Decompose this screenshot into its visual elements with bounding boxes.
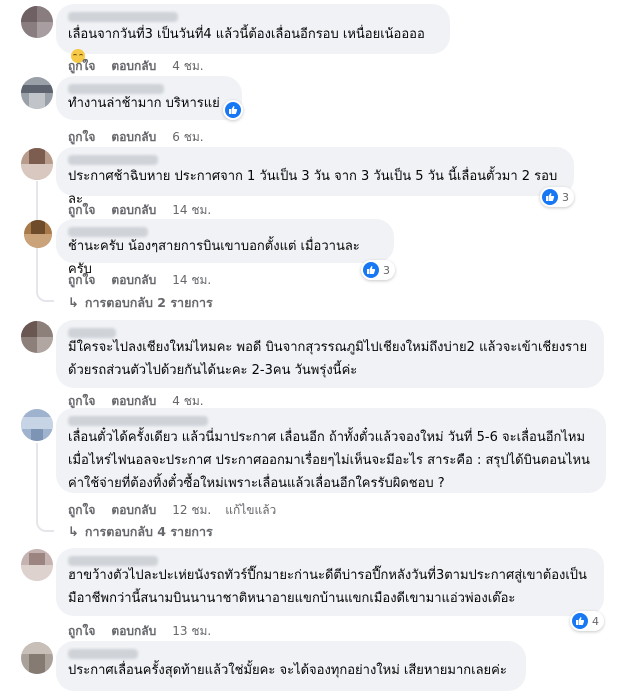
comment-actions: ถูกใจ ตอบกลับ 14 ชม. <box>68 271 225 290</box>
thumbs-up-icon <box>572 613 588 629</box>
comment-bubble: ประกาศเลื่อนครั้งสุดท้ายแล้วใช่มั้ยคะ จะ… <box>56 641 526 691</box>
comment-bubble: ฮาขว้างตัวไปละปะเห่ยนังรถทัวร์ปี๊กมายะก่… <box>56 548 604 616</box>
comment-text: มีใครจะไปลงเชียงใหม่ไหมคะ พอดี บินจากสุว… <box>68 340 588 378</box>
commenter-name-redacted[interactable] <box>68 12 178 22</box>
comment-text: ทำงานล่าช้ามาก บริหารแย่ <box>68 96 220 111</box>
comment-bubble: มีใครจะไปลงเชียงใหม่ไหมคะ พอดี บินจากสุว… <box>56 320 604 388</box>
commenter-avatar[interactable] <box>21 148 53 180</box>
comment-timestamp[interactable]: 13 ชม. <box>172 624 211 638</box>
commenter-name-redacted[interactable] <box>68 649 138 659</box>
reaction-summary[interactable]: 4 <box>570 611 604 631</box>
reaction-count: 4 <box>592 614 599 628</box>
comment-bubble: เลื่อนตั๋วได้ครั้งเดียว แล้วนี่มาประกาศ … <box>56 408 606 493</box>
commenter-name-redacted[interactable] <box>68 328 116 338</box>
reply-arrow-icon: ↳ <box>68 295 79 311</box>
commenter-avatar[interactable] <box>21 6 53 38</box>
comment-timestamp[interactable]: 4 ชม. <box>172 59 203 73</box>
comment-text: ฮาขว้างตัวไปละปะเห่ยนังรถทัวร์ปี๊กมายะก่… <box>68 568 587 606</box>
like-button[interactable]: ถูกใจ <box>68 130 95 144</box>
comment-bubble: เลื่อนจากวันที่3 เป็นวันที่4 แล้วนี้ต้อง… <box>56 4 450 63</box>
reply-arrow-icon: ↳ <box>68 524 79 540</box>
comment-text: เลื่อนจากวันที่3 เป็นวันที่4 แล้วนี้ต้อง… <box>68 27 425 42</box>
comment-actions: ถูกใจ ตอบกลับ 12 ชม. แก้ไขแล้ว <box>68 501 290 520</box>
reaction-summary[interactable]: 3 <box>540 187 574 207</box>
reply-button[interactable]: ตอบกลับ <box>111 130 156 144</box>
commenter-name-redacted[interactable] <box>68 416 208 426</box>
commenter-name-redacted[interactable] <box>68 155 158 165</box>
commenter-name-redacted[interactable] <box>68 556 158 566</box>
like-button[interactable]: ถูกใจ <box>68 503 95 517</box>
comment-timestamp[interactable]: 14 ชม. <box>172 273 211 287</box>
view-replies-label: การตอบกลับ 2 รายการ <box>84 295 213 310</box>
like-button[interactable]: ถูกใจ <box>68 273 95 287</box>
reply-bubble: ช้านะครับ น้องๆสายการบินเขาบอกตั้งแต่ เม… <box>56 219 394 277</box>
reply-button[interactable]: ตอบกลับ <box>111 273 156 287</box>
comment-timestamp[interactable]: 14 ชม. <box>172 203 211 217</box>
reaction-summary[interactable] <box>223 100 243 120</box>
thread-connector <box>36 443 38 518</box>
comment-actions: ถูกใจ ตอบกลับ 13 ชม. <box>68 622 225 641</box>
reply-button[interactable]: ตอบกลับ <box>111 624 156 638</box>
commenter-avatar[interactable] <box>21 642 53 674</box>
view-replies-link[interactable]: ↳ การตอบกลับ 2 รายการ <box>68 293 213 313</box>
commenter-avatar[interactable] <box>21 321 53 353</box>
reaction-summary[interactable]: 3 <box>361 260 395 280</box>
comment-text: ประกาศเลื่อนครั้งสุดท้ายแล้วใช่มั้ยคะ จะ… <box>68 663 507 678</box>
thumbs-up-icon <box>542 189 558 205</box>
commenter-avatar[interactable] <box>24 220 52 248</box>
reaction-count: 3 <box>562 190 569 204</box>
comment-bubble: ทำงานล่าช้ามาก บริหารแย่ <box>56 76 242 120</box>
view-replies-label: การตอบกลับ 4 รายการ <box>84 524 213 539</box>
like-button[interactable]: ถูกใจ <box>68 394 95 408</box>
reply-button[interactable]: ตอบกลับ <box>111 503 156 517</box>
comment-timestamp[interactable]: 4 ชม. <box>172 394 203 408</box>
commenter-name-redacted[interactable] <box>68 227 148 237</box>
like-button[interactable]: ถูกใจ <box>68 59 95 73</box>
like-button[interactable]: ถูกใจ <box>68 624 95 638</box>
commenter-name-redacted[interactable] <box>68 84 164 94</box>
comment-timestamp[interactable]: 12 ชม. <box>172 503 211 517</box>
reply-button[interactable]: ตอบกลับ <box>111 394 156 408</box>
thread-connector <box>36 248 38 288</box>
commenter-avatar[interactable] <box>21 77 53 109</box>
thread-connector-curve <box>36 516 54 532</box>
commenter-avatar[interactable] <box>21 549 53 581</box>
comment-bubble: ประกาศช้าฉิบหาย ประกาศจาก 1 วันเป็น 3 วั… <box>56 147 574 207</box>
thumbs-up-icon <box>225 102 241 118</box>
comment-actions: ถูกใจ ตอบกลับ 14 ชม. <box>68 201 225 220</box>
reply-button[interactable]: ตอบกลับ <box>111 203 156 217</box>
comment-timestamp[interactable]: 6 ชม. <box>172 130 203 144</box>
thread-connector-curve <box>36 286 54 302</box>
view-replies-link[interactable]: ↳ การตอบกลับ 4 รายการ <box>68 522 213 542</box>
reply-button[interactable]: ตอบกลับ <box>111 59 156 73</box>
comment-text: เลื่อนตั๋วได้ครั้งเดียว แล้วนี่มาประกาศ … <box>68 430 595 491</box>
comment-actions: ถูกใจ ตอบกลับ 4 ชม. <box>68 57 218 76</box>
like-button[interactable]: ถูกใจ <box>68 203 95 217</box>
thumbs-up-icon <box>363 262 379 278</box>
reaction-count: 3 <box>383 263 390 277</box>
commenter-avatar[interactable] <box>21 409 53 441</box>
edited-indicator[interactable]: แก้ไขแล้ว <box>225 503 276 517</box>
comment-actions: ถูกใจ ตอบกลับ 6 ชม. <box>68 128 218 147</box>
